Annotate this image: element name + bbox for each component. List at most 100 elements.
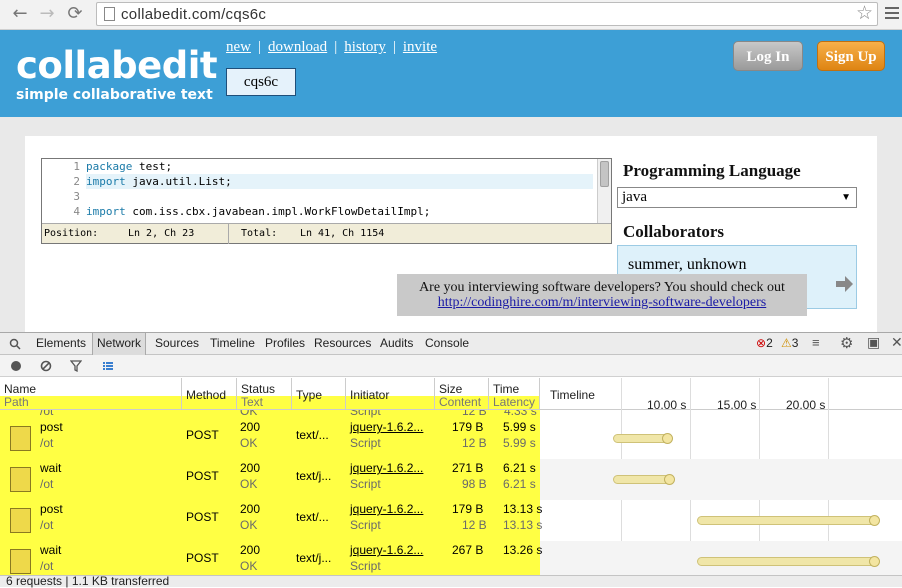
tab-console[interactable]: Console <box>425 336 469 350</box>
reload-icon[interactable]: ⟳ <box>63 3 87 25</box>
code-area[interactable]: package test; import java.util.List; imp… <box>86 159 593 223</box>
record-icon[interactable] <box>10 360 22 372</box>
tab-network[interactable]: Network <box>92 333 147 355</box>
cell-method: POST <box>186 510 219 524</box>
line-number: 4 <box>73 205 80 218</box>
cell-name: post <box>40 420 63 434</box>
gear-icon[interactable]: ⚙ <box>840 334 853 352</box>
forward-icon[interactable]: → <box>35 3 59 25</box>
collabedit-page: collabedit simple collaborative text new… <box>0 30 902 332</box>
timeline-bar[interactable] <box>613 474 675 485</box>
cell-size: 179 B <box>452 420 484 434</box>
cell-initiator[interactable]: jquery-1.6.2... <box>350 461 423 475</box>
browser-toolbar: ← → ⟳ collabedit.com/cqs6c ☆ <box>0 0 902 30</box>
file-icon <box>10 467 31 492</box>
code-line: package test; <box>86 160 173 173</box>
cell-text: OK <box>240 559 258 573</box>
cell-size: 179 B <box>452 502 484 516</box>
back-icon[interactable]: ← <box>8 3 32 25</box>
ad-text: Are you interviewing software developers… <box>419 280 785 295</box>
table-row[interactable]: wait/ot POST 200 OK text/j... jquery-1.6.2...… <box>0 459 902 500</box>
cell-size: 271 B <box>452 461 484 475</box>
nav-history-link[interactable]: history <box>344 39 386 55</box>
position-value: Ln 2, Ch 23 <box>128 228 195 239</box>
star-icon[interactable]: ☆ <box>856 2 873 24</box>
timeline-bar[interactable] <box>697 515 881 526</box>
page-icon <box>104 7 115 21</box>
close-icon[interactable]: ✕ <box>891 334 902 351</box>
ad-banner: Are you interviewing software developers… <box>397 274 807 316</box>
table-row[interactable]: wait/ot POST 200 OK text/j... jquery-1.6.2...… <box>0 541 902 575</box>
table-row[interactable]: post/ot POST 200 OK text/... jquery-1.6.2... S… <box>0 418 902 459</box>
tab-resources[interactable]: Resources <box>314 336 371 350</box>
network-grid: Name Path Method Status Text Type Initiato… <box>0 378 902 575</box>
line-number: 1 <box>73 160 80 173</box>
code-line-current: import java.util.List; <box>86 174 593 189</box>
cell-name: wait <box>40 461 62 475</box>
error-count-badge[interactable]: ⊗2 <box>756 336 773 350</box>
cell-init-sub: Script <box>350 436 381 450</box>
cell-time: 13.13 s <box>503 502 543 516</box>
list-view-icon[interactable] <box>102 360 114 372</box>
document-id-box[interactable]: cqs6c <box>226 68 296 96</box>
col-name[interactable]: Name Path <box>0 378 182 409</box>
cell-type: text/j... <box>296 551 332 565</box>
cell-init-sub: Script <box>350 477 381 491</box>
ad-link[interactable]: http://codinghire.com/m/interviewing-sof… <box>438 295 767 310</box>
col-status[interactable]: Status Text <box>237 378 292 409</box>
cell-initiator[interactable]: jquery-1.6.2... <box>350 502 423 516</box>
address-bar[interactable]: collabedit.com/cqs6c ☆ <box>96 2 878 26</box>
filter-icon[interactable] <box>70 360 82 372</box>
language-title: Programming Language <box>623 161 801 180</box>
cell-content: 12 B <box>462 518 487 532</box>
login-button[interactable]: Log In <box>733 41 803 71</box>
dock-icon[interactable]: ▣ <box>867 334 880 351</box>
cell-latency: 6.21 s <box>503 477 536 491</box>
cell-init-sub: Script <box>350 559 381 573</box>
tab-timeline[interactable]: Timeline <box>210 336 255 350</box>
cell-text: OK <box>240 477 258 491</box>
line-gutter: 1 2 3 4 <box>42 159 84 223</box>
tab-sources[interactable]: Sources <box>155 336 199 350</box>
signup-button[interactable]: Sign Up <box>817 41 885 71</box>
nav-invite-link[interactable]: invite <box>403 39 437 55</box>
search-icon[interactable] <box>9 338 21 350</box>
cell-type: text/j... <box>296 469 332 483</box>
code-editor[interactable]: 1 2 3 4 package test; import java.util.L… <box>41 158 612 244</box>
timeline-bar[interactable] <box>697 556 881 567</box>
table-row-partial[interactable]: /ot OK Script 12 B 4.33 s <box>0 410 902 418</box>
drawer-icon[interactable]: ≡ <box>812 335 820 350</box>
col-initiator[interactable]: Initiator <box>346 378 435 409</box>
col-size[interactable]: Size Content <box>435 378 489 409</box>
file-icon <box>10 426 31 451</box>
cell-status: 200 <box>240 420 261 434</box>
table-row[interactable]: post/ot POST 200 OK text/... jquery-1.6.2... S… <box>0 500 902 541</box>
nav-new-link[interactable]: new <box>226 39 251 55</box>
cell-status: 200 <box>240 543 261 557</box>
tab-audits[interactable]: Audits <box>380 336 413 350</box>
cell-status: 200 <box>240 461 261 475</box>
cell-initiator[interactable]: jquery-1.6.2... <box>350 420 423 434</box>
tab-elements[interactable]: Elements <box>36 336 86 350</box>
language-select[interactable]: java ▼ <box>617 187 857 208</box>
collaborators-list: summer, unknown <box>628 256 747 273</box>
total-label: Total: <box>241 228 278 239</box>
tab-profiles[interactable]: Profiles <box>265 336 305 350</box>
cell-latency: 13.13 s <box>503 518 543 532</box>
cell-time: 13.26 s <box>503 543 543 557</box>
code-line: import com.iss.cbx.javabean.impl.WorkFlo… <box>86 205 431 218</box>
site-logo[interactable]: collabedit <box>16 44 218 87</box>
arrow-right-icon[interactable] <box>834 274 854 294</box>
col-time[interactable]: Time Latency <box>489 378 540 409</box>
col-type[interactable]: Type <box>292 378 346 409</box>
editor-scrollbar[interactable] <box>597 159 611 223</box>
menu-icon[interactable] <box>885 7 899 21</box>
col-method[interactable]: Method <box>182 378 237 409</box>
cell-initiator[interactable]: jquery-1.6.2... <box>350 543 423 557</box>
warning-count-badge[interactable]: ⚠3 <box>781 336 798 350</box>
timeline-bar[interactable] <box>613 433 674 444</box>
clear-icon[interactable] <box>40 360 52 372</box>
cell-init-sub: Script <box>350 518 381 532</box>
nav-download-link[interactable]: download <box>268 39 327 55</box>
